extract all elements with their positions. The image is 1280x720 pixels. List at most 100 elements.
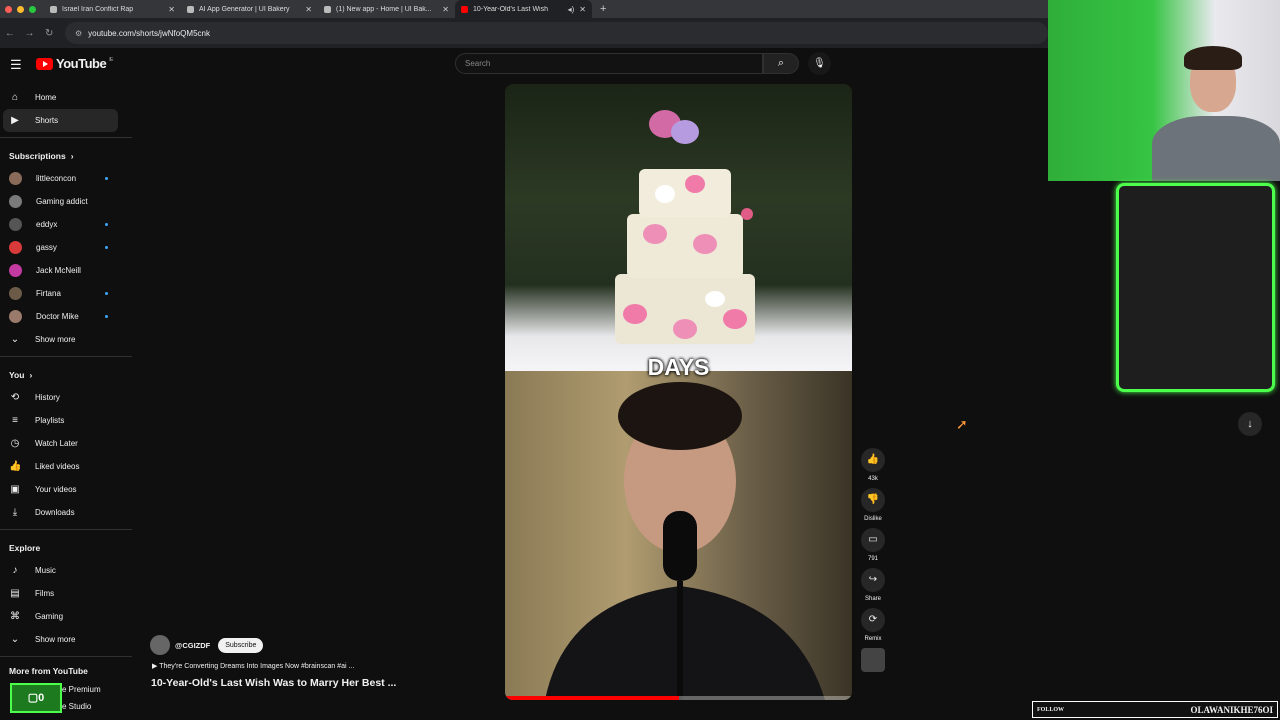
follow-banner: FOLLOW OLAWANIKHE76OI: [1032, 701, 1278, 718]
you-heading[interactable]: You ›: [0, 363, 130, 386]
sidebar-item-gaming[interactable]: ⌘ Gaming: [0, 605, 130, 628]
url-field[interactable]: ⚙ youtube.com/shorts/jwNfoQM5cnk: [64, 22, 1048, 44]
new-content-dot: [105, 177, 108, 180]
films-icon: ▤: [10, 588, 20, 599]
sidebar-item-subscription[interactable]: Jack McNeill: [0, 259, 130, 282]
new-tab-icon[interactable]: +: [600, 3, 606, 15]
youtube-logo[interactable]: YouTube IE: [36, 56, 113, 71]
remix-button[interactable]: ⟳ Remix: [860, 608, 886, 642]
sidebar-item-label: gassy: [36, 243, 57, 252]
shorts-icon: ▶: [11, 115, 19, 126]
sidebar-item-label: Home: [35, 93, 57, 102]
tab-favicon-icon: [50, 5, 57, 13]
logo-text: YouTube: [56, 56, 107, 71]
video-description[interactable]: ▶ They're Converting Dreams Into Images …: [152, 662, 354, 670]
sound-thumbnail[interactable]: [861, 648, 885, 672]
reload-icon[interactable]: ↻: [39, 28, 59, 39]
share-label: Share: [864, 596, 881, 602]
sidebar-item-label: eddyx: [36, 220, 58, 229]
youtube-favicon-icon: [461, 5, 468, 13]
sidebar-item-subscription[interactable]: Doctor Mike: [0, 305, 130, 328]
sidebar-item-label: History: [35, 393, 60, 402]
sidebar-item-subscription[interactable]: Firtana: [0, 282, 130, 305]
search-input[interactable]: Search: [455, 53, 763, 74]
sidebar-item-subscription[interactable]: gassy: [0, 236, 130, 259]
more-from-youtube-heading: More from YouTube: [0, 663, 130, 679]
sidebar-item-label: Music: [35, 566, 56, 575]
chevron-down-icon: ⌄: [10, 334, 20, 345]
browser-tab[interactable]: Israel Iran Conflict Rap ✕: [44, 0, 181, 18]
browser-tab[interactable]: AI App Generator | UI Bakery ✕: [181, 0, 318, 18]
tab-favicon-icon: [324, 5, 331, 13]
browser-tab-active[interactable]: 10-Year-Old's Last Wish ◂) ✕: [455, 0, 592, 18]
short-video-player[interactable]: DAYS: [505, 84, 852, 700]
tab-title: AI App Generator | UI Bakery: [199, 5, 290, 13]
sidebar-item-liked-videos[interactable]: 👍 Liked videos: [0, 455, 130, 478]
your-videos-icon: ▣: [10, 484, 20, 495]
tab-title: Israel Iran Conflict Rap: [62, 5, 134, 13]
speaker-icon[interactable]: ◂): [568, 5, 575, 14]
sidebar-item-your-videos[interactable]: ▣ Your videos: [0, 478, 130, 501]
maximize-window-button[interactable]: [29, 5, 36, 13]
like-button[interactable]: 👍 43k: [860, 448, 886, 482]
sidebar-item-shorts[interactable]: ▶ Shorts: [3, 109, 118, 132]
comments-button[interactable]: ▭ 791: [860, 528, 886, 562]
tab-close-icon[interactable]: ✕: [305, 5, 312, 14]
history-icon: ⟲: [10, 392, 20, 403]
channel-avatar[interactable]: [150, 635, 170, 655]
address-bar-row: ← → ↻ ⚙ youtube.com/shorts/jwNfoQM5cnk: [0, 18, 1048, 48]
sidebar-item-subscription[interactable]: littleconcon: [0, 167, 130, 190]
close-window-button[interactable]: [5, 5, 12, 13]
sidebar-item-label: Gaming addict: [36, 197, 88, 206]
tab-close-icon[interactable]: ✕: [168, 5, 175, 14]
menu-icon[interactable]: ☰: [10, 57, 22, 73]
subscriptions-heading[interactable]: Subscriptions ›: [0, 144, 130, 167]
dislike-label: Dislike: [864, 516, 882, 522]
show-more-button[interactable]: ⌄ Show more: [0, 328, 130, 351]
tab-close-icon[interactable]: ✕: [442, 5, 449, 14]
dislike-button[interactable]: 👎 Dislike: [860, 488, 886, 522]
forward-arrow-icon[interactable]: →: [20, 28, 40, 39]
sidebar-item-watch-later[interactable]: ◷ Watch Later: [0, 432, 130, 455]
share-button[interactable]: ↪ Share: [860, 568, 886, 602]
tab-title: (1) New app - Home | UI Bak...: [336, 5, 432, 13]
microphone-icon[interactable]: 🎙: [808, 52, 831, 75]
sidebar-item-subscription[interactable]: Gaming addict: [0, 190, 130, 213]
search-icon[interactable]: ⌕: [763, 53, 799, 74]
chevron-down-icon: ⌄: [10, 634, 20, 645]
video-title[interactable]: 10-Year-Old's Last Wish Was to Marry Her…: [151, 677, 396, 689]
explore-heading-label: Explore: [9, 542, 41, 553]
description-text: They're Converting Dreams Into Images No…: [159, 663, 355, 670]
sidebar-item-films[interactable]: ▤ Films: [0, 582, 130, 605]
show-more-label: Show more: [35, 635, 76, 644]
you-heading-label: You: [9, 369, 25, 380]
thumbs-up-icon: 👍: [861, 448, 885, 472]
tab-close-icon[interactable]: ✕: [579, 5, 586, 14]
channel-name[interactable]: @CGIZDF: [175, 641, 210, 650]
watch-later-icon: ◷: [10, 438, 20, 449]
window-controls: [0, 5, 44, 13]
sidebar-item-history[interactable]: ⟲ History: [0, 386, 130, 409]
minimize-window-button[interactable]: [17, 5, 24, 13]
subscribe-button[interactable]: Subscribe: [218, 637, 264, 653]
browser-tab[interactable]: (1) New app - Home | UI Bak... ✕: [318, 0, 455, 18]
sidebar-item-label: Films: [35, 589, 55, 598]
site-info-icon[interactable]: ⚙: [75, 29, 82, 38]
divider: [0, 356, 132, 357]
sidebar-item-label: Shorts: [35, 116, 59, 125]
sidebar-item-downloads[interactable]: ⤓ Downloads: [0, 501, 130, 524]
avatar: [9, 264, 22, 277]
video-progress-fill: [505, 696, 679, 700]
sidebar-item-playlists[interactable]: ≡ Playlists: [0, 409, 130, 432]
cake-illustration: [615, 110, 755, 344]
liked-icon: 👍: [9, 461, 22, 472]
next-short-arrow-icon[interactable]: ↓: [1238, 412, 1262, 436]
tab-title: 10-Year-Old's Last Wish: [473, 5, 548, 13]
sidebar-item-home[interactable]: ⌂ Home: [0, 86, 130, 109]
show-more-button[interactable]: ⌄ Show more: [0, 628, 130, 651]
avatar: [9, 195, 22, 208]
back-arrow-icon[interactable]: ←: [0, 28, 20, 39]
sidebar-item-music[interactable]: ♪ Music: [0, 559, 130, 582]
sidebar-item-subscription[interactable]: eddyx: [0, 213, 130, 236]
video-progress-bar[interactable]: [505, 696, 852, 700]
